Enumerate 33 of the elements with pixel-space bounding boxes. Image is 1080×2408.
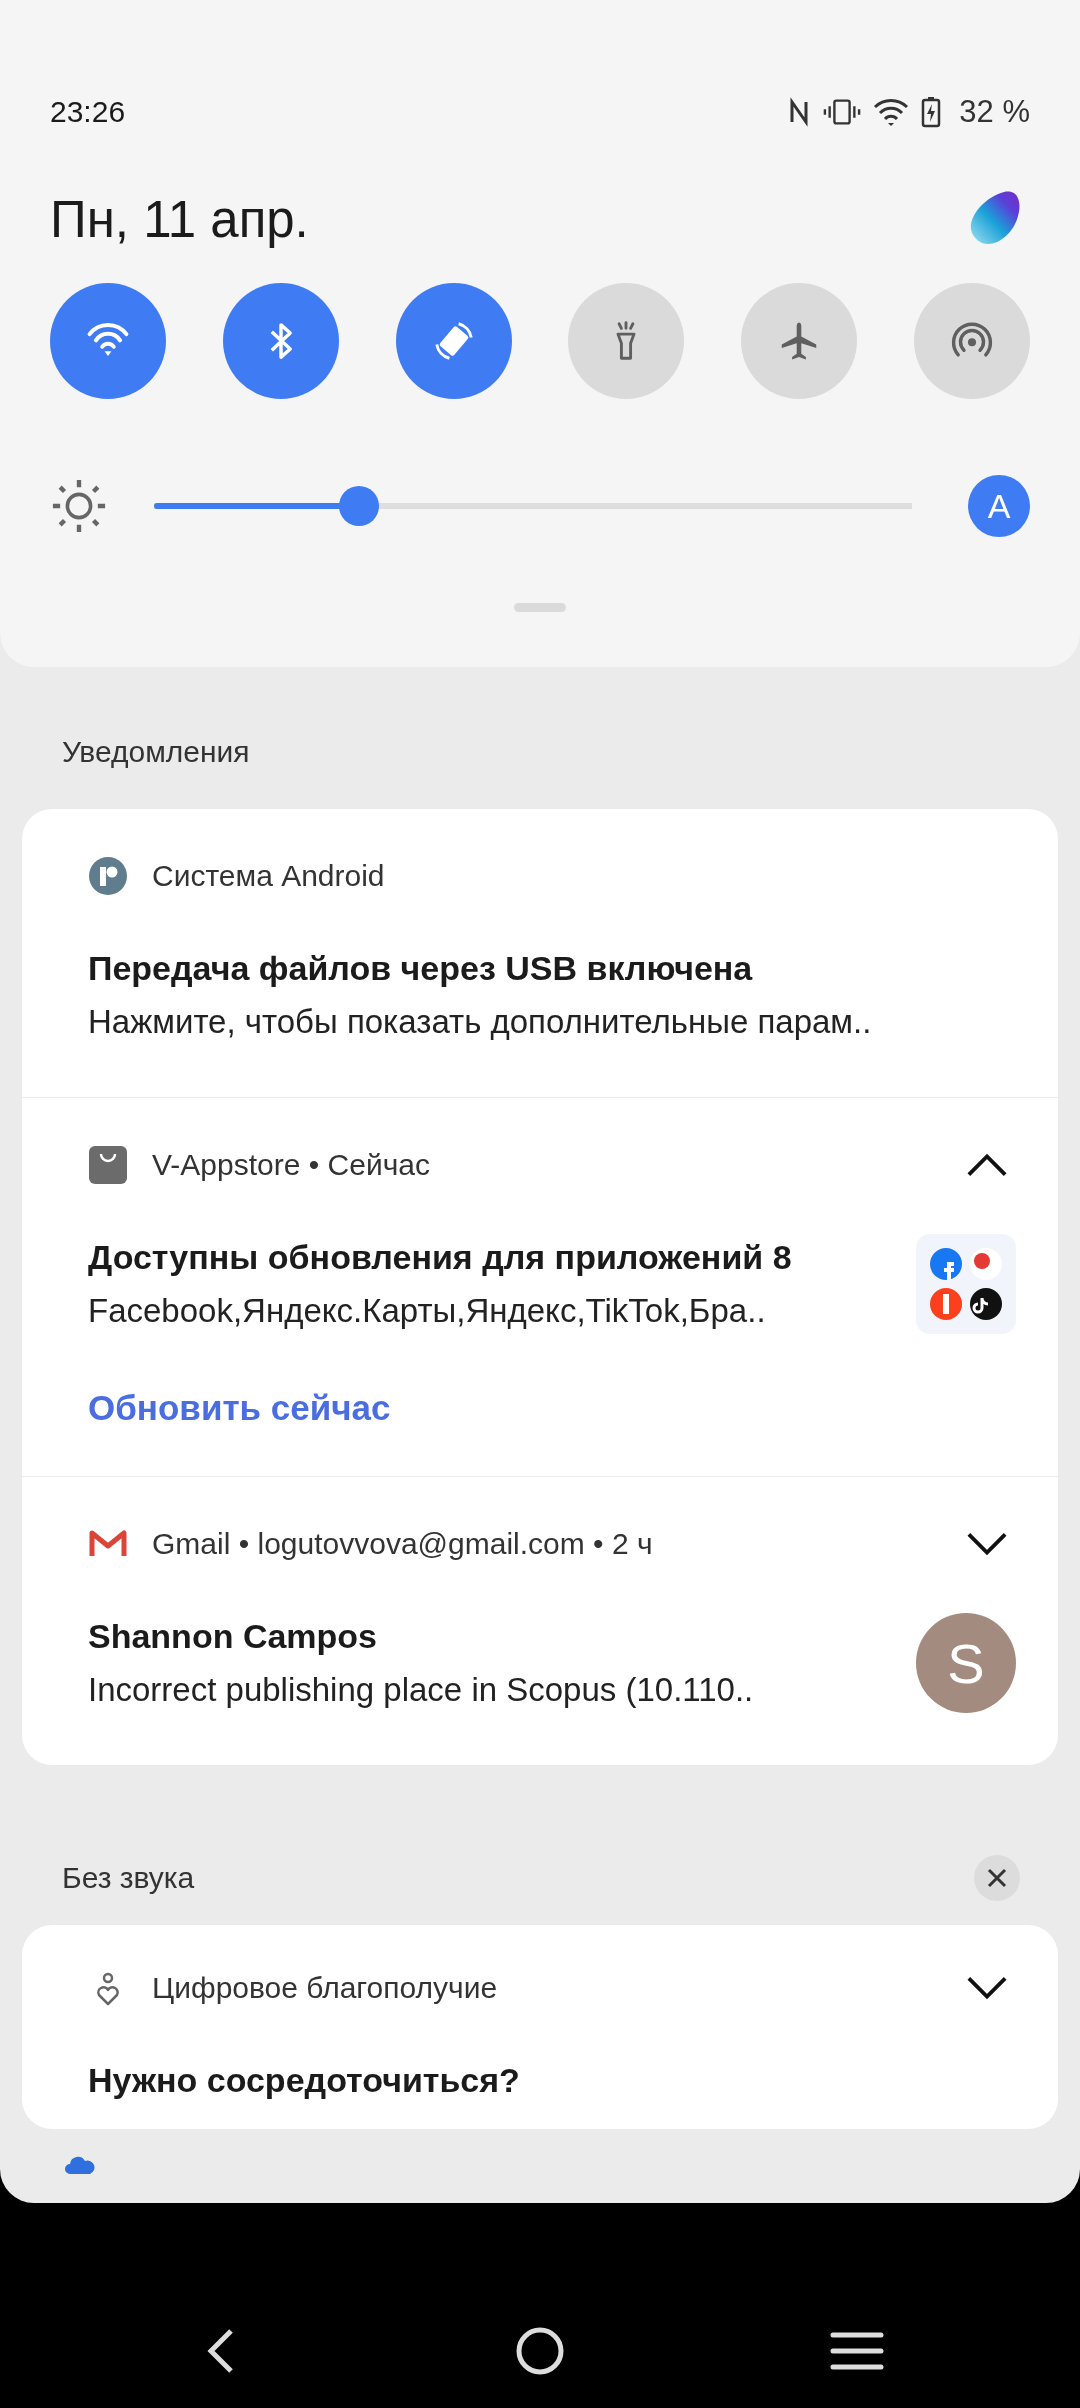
app-header: V-Appstore • Сейчас [152, 1148, 431, 1182]
drag-handle[interactable] [514, 603, 566, 612]
notification-title: Передача файлов через USB включена [88, 948, 754, 989]
update-now-button[interactable]: Обновить сейчас [88, 1388, 391, 1428]
expand-chevron-icon[interactable] [966, 1975, 1008, 2001]
expand-chevron-icon[interactable] [966, 1531, 1008, 1557]
android-system-icon [88, 856, 128, 896]
section-header: Уведомления [61, 735, 251, 769]
clock: 23:26 [50, 95, 127, 129]
slider-thumb[interactable] [338, 486, 379, 526]
notification-text: Facebook,Яндекс.Карты,Яндекс,TikTok,Бра.. [88, 1291, 767, 1331]
app-header: Система Android [152, 859, 386, 893]
brightness-icon [50, 477, 108, 535]
shopping-bag-icon [88, 1145, 128, 1185]
date: Пн, 11 апр. [50, 189, 309, 249]
avatar: S [916, 1613, 1016, 1713]
wifi-icon [873, 97, 910, 127]
notification-text: Нажмите, чтобы показать дополнительные парам.. [88, 1002, 873, 1042]
collapse-chevron-icon[interactable] [966, 1152, 1008, 1178]
battery-charging-icon [921, 95, 942, 129]
app-header: Gmail • logutovvova@gmail.com • 2 ч [152, 1527, 654, 1561]
section-header: Без звука [61, 1861, 196, 1895]
notification-title: Доступны обновления для приложений 8 [88, 1237, 793, 1278]
notification-title: Нужно сосредоточиться? [88, 2060, 521, 2101]
notification-title: Shannon Campos [88, 1616, 379, 1657]
close-button[interactable] [974, 1855, 1020, 1901]
battery-percentage: 32 % [959, 94, 1030, 130]
close-icon [986, 1867, 1008, 1889]
cloud-icon [64, 2155, 96, 2175]
auto-brightness-button[interactable]: A [968, 475, 1030, 537]
notification-text: Incorrect publishing place in Scopus (10.110.. [88, 1670, 755, 1710]
app-header: Цифровое благополучие [152, 1971, 499, 2005]
vibrate-icon [823, 97, 862, 127]
